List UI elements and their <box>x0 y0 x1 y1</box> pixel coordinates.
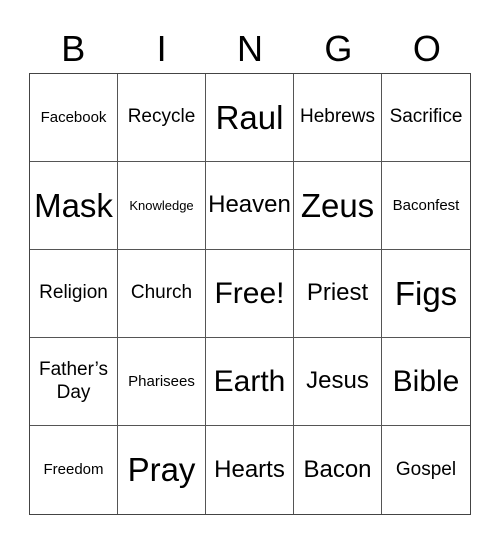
bingo-cell[interactable]: Priest <box>294 250 382 338</box>
bingo-cell[interactable]: Bible <box>382 338 470 426</box>
bingo-cell-label: Facebook <box>40 108 107 126</box>
bingo-cell-label: Pray <box>127 451 196 489</box>
bingo-cell[interactable]: Baconfest <box>382 162 470 250</box>
bingo-cell[interactable]: Freedom <box>30 426 118 514</box>
bingo-cell-label: Raul <box>215 98 284 136</box>
bingo-cell[interactable]: Earth <box>206 338 294 426</box>
bingo-card-grid: Facebook Recycle Raul Hebrews Sacrifice Mask K… <box>29 73 471 515</box>
bingo-cell[interactable]: Facebook <box>30 74 118 162</box>
bingo-cell[interactable]: Mask <box>30 162 118 250</box>
bingo-cell-label: Pharisees <box>128 372 195 390</box>
bingo-cell[interactable]: Raul <box>206 74 294 162</box>
bingo-cell[interactable]: Gospel <box>382 426 470 514</box>
bingo-cell-label: Zeus <box>300 186 375 224</box>
bingo-cell[interactable]: Hebrews <box>294 74 382 162</box>
bingo-cell-label: Mask <box>34 186 113 224</box>
bingo-cell[interactable]: Sacrifice <box>382 74 470 162</box>
bingo-cell-label: Hearts <box>214 455 285 483</box>
bingo-cell[interactable]: Figs <box>382 250 470 338</box>
bingo-cell[interactable]: Religion <box>30 250 118 338</box>
header-letter-b: B <box>61 28 86 69</box>
header-letter-n: N <box>237 28 264 69</box>
bingo-cell-label: Bacon <box>303 455 372 483</box>
bingo-cell-label: Church <box>130 282 193 304</box>
bingo-cell-label: Jesus <box>306 367 369 395</box>
bingo-cell[interactable]: Recycle <box>118 74 206 162</box>
bingo-cell[interactable]: Zeus <box>294 162 382 250</box>
bingo-cell-label: Gospel <box>395 458 457 480</box>
bingo-cell[interactable]: Knowledge <box>118 162 206 250</box>
bingo-cell-label: Freedom <box>43 461 104 478</box>
bingo-cell[interactable]: Free! <box>206 250 294 338</box>
bingo-cell-label: Hebrews <box>300 106 375 128</box>
bingo-header: B I N G O <box>29 28 471 70</box>
header-letter-g: G <box>324 28 353 69</box>
header-letter-i: I <box>156 28 167 69</box>
bingo-cell[interactable]: Jesus <box>294 338 382 426</box>
bingo-cell-label: Priest <box>306 279 369 307</box>
bingo-cell[interactable]: Church <box>118 250 206 338</box>
bingo-cell-label: Religion <box>39 282 108 304</box>
bingo-cell-label: Father’s Day <box>39 358 108 403</box>
header-letter-o: O <box>412 28 441 69</box>
bingo-cell-label: Free! <box>214 276 285 310</box>
bingo-cell[interactable]: Pharisees <box>118 338 206 426</box>
bingo-cell-label: Knowledge <box>129 197 194 213</box>
bingo-cell[interactable]: Father’s Day <box>30 338 118 426</box>
bingo-cell-label: Earth <box>213 364 286 398</box>
bingo-cell[interactable]: Bacon <box>294 426 382 514</box>
bingo-cell-label: Figs <box>394 274 458 312</box>
bingo-cell-label: Sacrifice <box>389 106 463 128</box>
bingo-cell-label: Baconfest <box>392 196 460 214</box>
bingo-cell[interactable]: Hearts <box>206 426 294 514</box>
bingo-cell-label: Heaven <box>208 191 291 219</box>
bingo-cell-label: Recycle <box>127 106 196 128</box>
bingo-cell-label: Bible <box>392 364 460 398</box>
bingo-cell[interactable]: Heaven <box>206 162 294 250</box>
bingo-cell[interactable]: Pray <box>118 426 206 514</box>
